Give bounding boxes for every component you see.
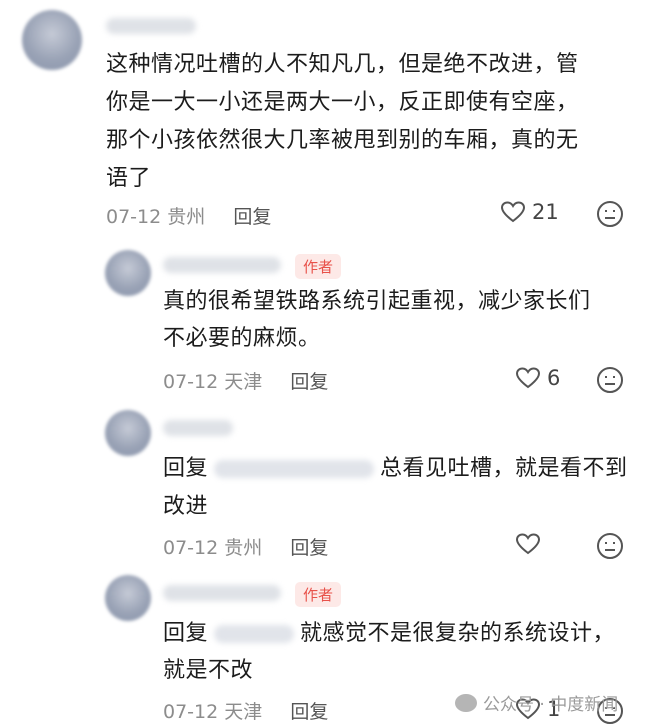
comment-date: 07-12	[163, 537, 219, 559]
comment-location: 贵州	[167, 206, 206, 228]
reply-button[interactable]: 回复	[290, 701, 328, 723]
watermark: 公众号 · 中度新闻	[455, 690, 618, 715]
reply-prefix: 回复	[163, 456, 209, 481]
smiley-icon[interactable]	[596, 532, 624, 560]
wechat-icon	[455, 693, 477, 712]
comment-text-line: 你是一大一小还是两大一小，反正即使有空座，	[106, 90, 579, 115]
comment-meta: 07-12 天津 回复	[163, 367, 328, 394]
smiley-icon[interactable]	[596, 366, 624, 394]
reply-button[interactable]: 回复	[290, 537, 328, 559]
comment-text-line: 回复 就感觉不是很复杂的系统设计，	[163, 615, 615, 653]
comment-date: 07-12	[106, 206, 162, 228]
like-count: 21	[532, 200, 559, 224]
reply-button[interactable]: 回复	[290, 371, 328, 393]
comment-text-line: 改进	[163, 494, 209, 519]
like-button[interactable]: 6	[515, 366, 560, 390]
comment-text-line: 真的很希望铁路系统引起重视，减少家长们	[163, 289, 591, 314]
avatar[interactable]	[105, 250, 151, 296]
reply-target-blurred[interactable]	[214, 625, 295, 643]
heart-outline-icon	[515, 533, 541, 555]
comment-meta: 07-12 天津 回复	[163, 697, 328, 724]
username-blurred[interactable]	[163, 585, 281, 601]
comment-meta: 07-12 贵州 回复	[163, 533, 328, 560]
like-button[interactable]: 21	[500, 200, 559, 224]
smiley-icon[interactable]	[596, 200, 624, 228]
like-count: 6	[547, 366, 561, 390]
heart-outline-icon	[500, 201, 526, 223]
comment-date: 07-12	[163, 701, 219, 723]
like-button[interactable]	[515, 532, 547, 556]
reply-prefix: 回复	[163, 621, 209, 646]
comment-location: 天津	[224, 701, 263, 723]
username-blurred[interactable]	[163, 420, 233, 436]
username-blurred[interactable]	[163, 257, 281, 273]
reply-button[interactable]: 回复	[233, 206, 271, 228]
comment-text-line: 那个小孩依然很大几率被甩到别的车厢，真的无	[106, 128, 579, 153]
comment-text-line: 语了	[106, 166, 152, 191]
comment-text: 就感觉不是很复杂的系统设计，	[300, 621, 616, 646]
reply-target-blurred[interactable]	[214, 460, 375, 478]
comment-text: 总看见吐槽，就是看不到	[380, 456, 628, 481]
comment-date: 07-12	[163, 371, 219, 393]
watermark-text: 公众号 · 中度新闻	[483, 695, 619, 715]
heart-outline-icon	[515, 367, 541, 389]
avatar[interactable]	[22, 10, 82, 70]
author-badge: 作者	[295, 582, 342, 607]
comment-meta: 07-12 贵州 回复	[106, 202, 271, 229]
comment-text-line: 就是不改	[163, 658, 254, 683]
comment-text-line: 不必要的麻烦。	[163, 326, 321, 351]
author-badge: 作者	[295, 254, 342, 279]
avatar[interactable]	[105, 410, 151, 456]
comment-text-line: 回复 总看见吐槽，就是看不到	[163, 450, 628, 488]
username-blurred[interactable]	[106, 18, 196, 34]
comment-location: 贵州	[224, 537, 263, 559]
comment-location: 天津	[224, 371, 263, 393]
avatar[interactable]	[105, 575, 151, 621]
comment-text-line: 这种情况吐槽的人不知凡几，但是绝不改进，管	[106, 52, 579, 77]
